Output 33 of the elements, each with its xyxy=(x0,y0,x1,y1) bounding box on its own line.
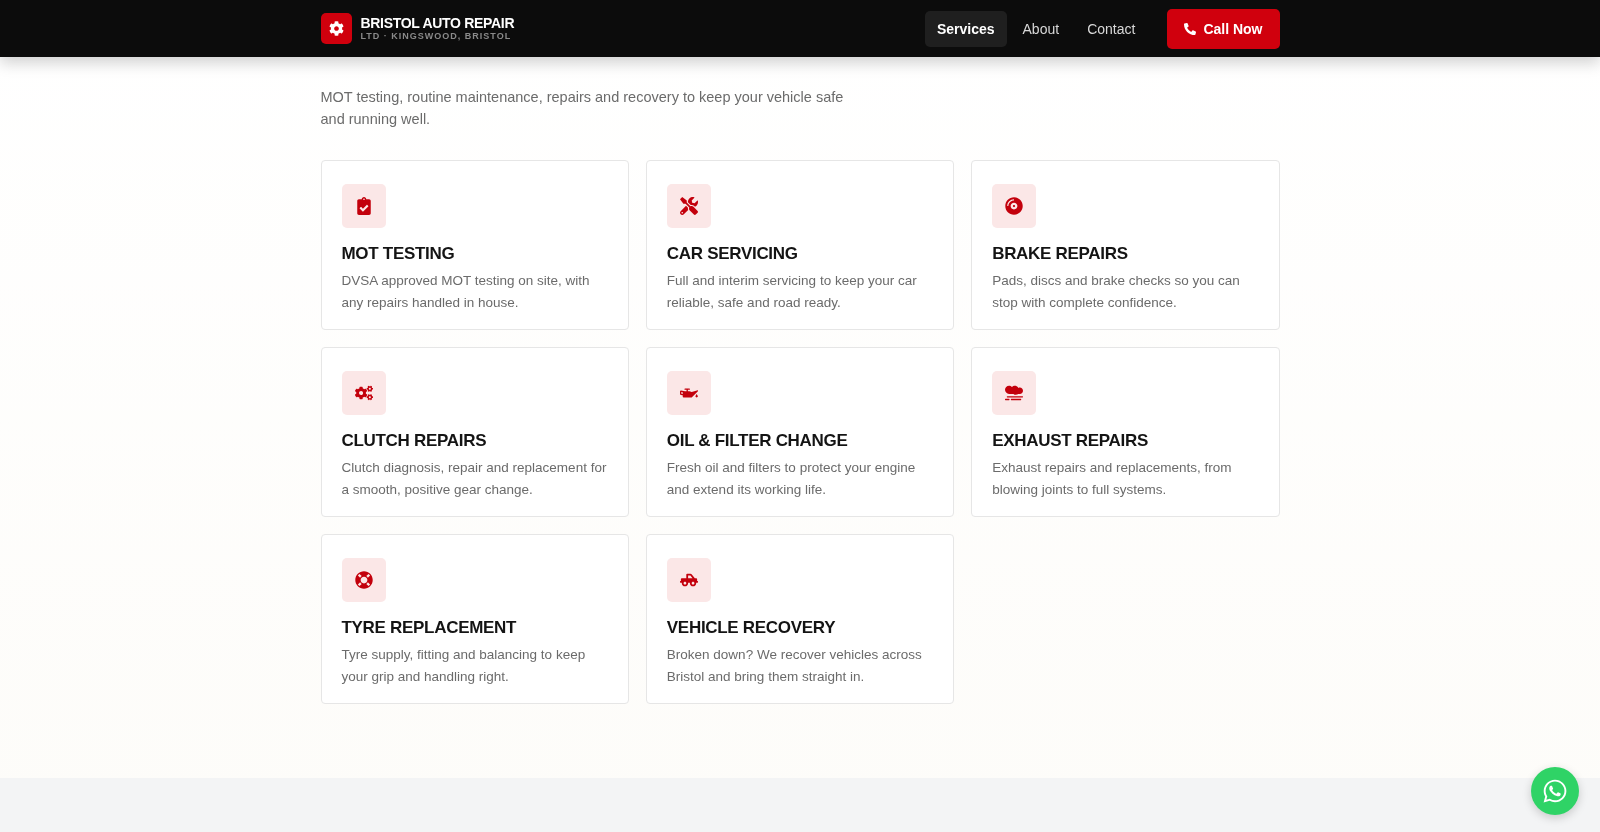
lifebuoy-icon xyxy=(341,558,386,602)
service-description: Pads, discs and brake checks so you can stop with complete confidence. xyxy=(992,272,1241,312)
service-title: OIL & FILTER CHANGE xyxy=(666,431,849,451)
service-description: Tyre supply, fitting and balancing to keep your grip and handling right. xyxy=(341,646,587,686)
oil-can-icon xyxy=(666,371,711,415)
service-description: Full and interim servicing to keep your car reliable, safe and road ready. xyxy=(666,272,918,312)
section-intro: MOT testing, routine maintenance, repairs and recovery to keep your vehicle safe and running well. xyxy=(320,88,845,129)
service-description: DVSA approved MOT testing on site, with any repairs handled in house. xyxy=(341,272,591,312)
phone-icon xyxy=(1184,22,1197,35)
service-title: BRAKE REPAIRS xyxy=(992,244,1129,264)
call-now-button[interactable]: Call Now xyxy=(1167,8,1280,49)
brand-tagline: LTD · KINGSWOOD, BRISTOL xyxy=(360,31,513,42)
clipboard-check-icon xyxy=(341,184,386,228)
service-description: Broken down? We recover vehicles across Bristol and bring them straight in. xyxy=(666,646,923,686)
tools-icon xyxy=(666,184,711,228)
service-description: Clutch diagnosis, repair and replacement for a smooth, positive gear change. xyxy=(341,459,608,499)
nav-link[interactable]: Services xyxy=(924,10,1007,47)
nav-link[interactable]: About xyxy=(1010,10,1072,47)
service-title: TYRE REPLACEMENT xyxy=(341,618,518,638)
gear-logo-icon xyxy=(320,13,352,44)
gears-icon xyxy=(341,371,386,415)
service-title: VEHICLE RECOVERY xyxy=(666,618,837,638)
service-description: Exhaust repairs and replacements, from blowing joints to full systems. xyxy=(992,459,1233,499)
brand-name: BRISTOL AUTO REPAIR xyxy=(360,15,515,31)
cloud-icon xyxy=(992,371,1037,415)
service-description: Fresh oil and filters to protect your engine and extend its working life. xyxy=(666,459,917,499)
service-title: CAR SERVICING xyxy=(666,244,799,264)
chat-bubble-icon xyxy=(1542,778,1568,804)
nav-link[interactable]: Contact xyxy=(1075,10,1148,47)
service-title: MOT TESTING xyxy=(341,244,456,264)
service-title: EXHAUST REPAIRS xyxy=(992,431,1149,451)
pickup-truck-icon xyxy=(666,558,711,602)
service-title: CLUTCH REPAIRS xyxy=(341,431,488,451)
